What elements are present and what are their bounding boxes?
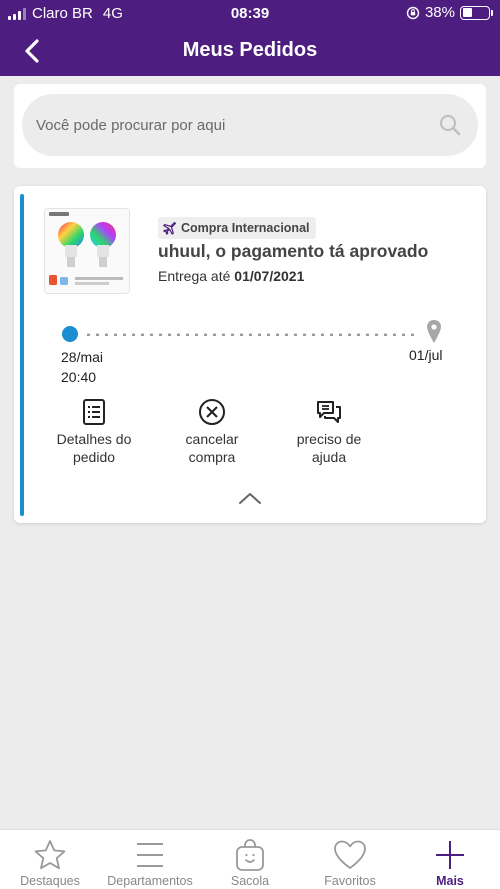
tab-label: Favoritos: [324, 874, 376, 888]
tab-label: Departamentos: [107, 874, 193, 888]
top-bar: Claro BR 4G 08:39 38% Meus Pedidos: [0, 0, 500, 76]
airplane-icon: [163, 221, 176, 235]
order-accent-bar: [20, 194, 24, 516]
star-icon: [34, 840, 66, 870]
bag-icon: [236, 839, 264, 871]
tab-label: Sacola: [230, 874, 270, 888]
tab-favoritos[interactable]: Favoritos: [300, 830, 400, 889]
battery-info: 38%: [406, 4, 493, 21]
search-card: [14, 84, 486, 168]
status-bar: Claro BR 4G 08:39 38%: [0, 0, 500, 26]
tab-label: Destaques: [20, 874, 80, 888]
timeline-start: 28/mai 20:40: [61, 347, 103, 387]
chat-icon: [317, 401, 341, 423]
list-icon: [83, 399, 105, 425]
delivery-date: 01/07/2021: [234, 268, 305, 284]
help-button[interactable]: preciso de ajuda: [274, 398, 384, 466]
tab-departamentos[interactable]: Departamentos: [100, 830, 200, 889]
chevron-up-icon[interactable]: [238, 490, 262, 506]
menu-icon: [137, 843, 163, 867]
order-details-button[interactable]: Detalhes do pedido: [39, 398, 149, 466]
timeline-progress-dots: [84, 333, 418, 336]
location-pin-icon: [427, 320, 441, 343]
delivery-estimate: Entrega até 01/07/2021: [158, 268, 304, 284]
search-bar[interactable]: [22, 94, 478, 156]
heart-icon: [334, 840, 366, 869]
order-card[interactable]: Compra Internacional uhuul, o pagamento …: [14, 186, 486, 523]
tab-mais[interactable]: Mais: [400, 830, 500, 889]
order-details-label: Detalhes do pedido: [56, 431, 132, 465]
order-status: uhuul, o pagamento tá aprovado: [158, 241, 429, 261]
product-image[interactable]: [44, 208, 130, 294]
tab-destaques[interactable]: Destaques: [0, 830, 100, 889]
search-input[interactable]: [22, 94, 422, 156]
order-timeline: [54, 316, 444, 356]
cancel-circle-icon: [199, 399, 225, 425]
cancel-order-button[interactable]: cancelar compra: [157, 398, 267, 466]
battery-level: [462, 8, 472, 17]
plus-icon: [436, 841, 464, 869]
cancel-order-label: cancelar compra: [185, 431, 239, 465]
search-icon[interactable]: [438, 113, 462, 137]
timeline-start-date: 28/mai: [61, 349, 104, 365]
bottom-tab-bar: Destaques Departamentos Sacola Favoritos…: [0, 829, 500, 889]
badge-label: Compra Internacional: [181, 221, 310, 235]
timeline-start-dot: [62, 326, 78, 342]
battery-icon: [460, 5, 493, 20]
delivery-prefix: Entrega até: [158, 268, 231, 284]
battery-percent: 38%: [424, 4, 455, 21]
tab-label: Mais: [436, 874, 464, 888]
tab-sacola[interactable]: Sacola: [200, 830, 300, 889]
timeline-start-time: 20:40: [61, 369, 97, 385]
help-label: preciso de ajuda: [296, 431, 362, 465]
smart-bulbs-image: [49, 212, 123, 285]
page-title: Meus Pedidos: [182, 39, 318, 61]
international-badge: Compra Internacional: [158, 217, 316, 239]
orientation-lock-icon: [406, 6, 420, 19]
timeline-end-date: 01/jul: [409, 347, 443, 363]
